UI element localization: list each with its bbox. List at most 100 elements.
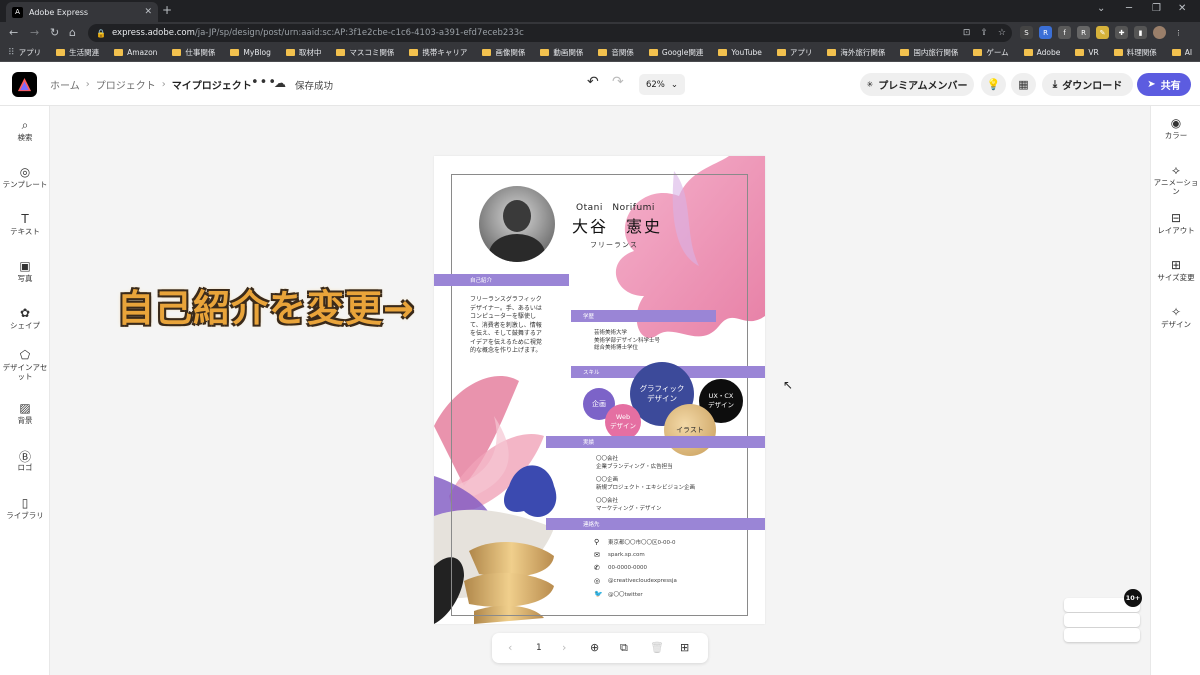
close-tab-icon[interactable]: ✕ bbox=[144, 7, 152, 17]
skill-web-design[interactable]: Web デザイン bbox=[605, 404, 641, 440]
section-bar-works[interactable]: 実績 bbox=[546, 436, 765, 448]
bookmark-star-icon[interactable]: ☆ bbox=[998, 28, 1006, 38]
notification-badge[interactable]: 10+ bbox=[1124, 589, 1142, 607]
prev-page-icon[interactable]: ‹ bbox=[508, 641, 512, 654]
bookmark-folder[interactable]: 仕事関係 bbox=[172, 47, 215, 58]
extension-f-icon[interactable]: f bbox=[1058, 26, 1071, 39]
job-title[interactable]: フリーランス bbox=[590, 240, 638, 250]
new-tab-icon[interactable]: + bbox=[162, 3, 172, 17]
contact-instagram[interactable]: ◎ @creativecloudexpressja bbox=[594, 577, 677, 585]
sidebar-item-design[interactable]: ✧ デザイン bbox=[1151, 305, 1200, 329]
contact-phone[interactable]: ✆ 00-0000-0000 bbox=[594, 564, 647, 572]
sidebar-item-shapes[interactable]: ✿ シェイプ bbox=[0, 306, 50, 330]
page-number[interactable]: 1 bbox=[536, 643, 542, 653]
folder-icon bbox=[285, 49, 295, 56]
works-text[interactable]: 〇〇会社 企業ブランディング・広告担当 〇〇企画 新規プロジェクト・エキシビジョ… bbox=[596, 456, 695, 513]
maximize-icon[interactable]: ❐ bbox=[1152, 3, 1161, 14]
share-button[interactable]: ➤ 共有 bbox=[1137, 73, 1191, 96]
sidebar-item-text[interactable]: T テキスト bbox=[0, 212, 50, 236]
sidebar-item-animation[interactable]: ⟡ アニメーション bbox=[1151, 163, 1200, 196]
section-bar-contact[interactable]: 連絡先 bbox=[546, 518, 765, 530]
bookmark-folder[interactable]: 携帯キャリア bbox=[409, 47, 467, 58]
sidebar-item-search[interactable]: ⌕ 検索 bbox=[0, 118, 50, 142]
bookmark-folder[interactable]: 動画関係 bbox=[540, 47, 583, 58]
bookmark-folder[interactable]: Adobe bbox=[1023, 48, 1060, 57]
grid-view-icon[interactable]: ⊞ bbox=[680, 641, 689, 654]
browser-menu-icon[interactable]: ⋮ bbox=[1172, 26, 1185, 39]
bookmark-folder[interactable]: マスコミ関係 bbox=[336, 47, 394, 58]
profile-avatar[interactable] bbox=[1153, 26, 1166, 39]
extension-r-icon[interactable]: R bbox=[1039, 26, 1052, 39]
minimize-icon[interactable]: ─ bbox=[1126, 3, 1132, 14]
name-japanese[interactable]: 大谷 憲史 bbox=[572, 213, 662, 237]
bookmark-folder[interactable]: 海外旅行関係 bbox=[827, 47, 885, 58]
contact-twitter[interactable]: 🐦 @〇〇twitter bbox=[594, 590, 643, 598]
contact-address[interactable]: ⚲ 東京都〇〇市〇〇区0-00-0 bbox=[594, 538, 675, 546]
bookmark-folder[interactable]: MyBlog bbox=[230, 48, 271, 57]
duplicate-page-icon[interactable]: ⧉ bbox=[620, 641, 628, 655]
breadcrumb-home[interactable]: ホーム bbox=[50, 77, 80, 92]
zoom-dropdown[interactable]: 62% ⌄ bbox=[639, 74, 685, 95]
sidepanel-icon[interactable]: ▮ bbox=[1134, 26, 1147, 39]
add-page-icon[interactable]: ⊕ bbox=[590, 641, 599, 654]
install-icon[interactable]: ⊡ bbox=[963, 28, 971, 38]
reload-icon[interactable]: ↻ bbox=[50, 26, 59, 39]
bookmark-folder[interactable]: AI bbox=[1171, 48, 1192, 57]
extension-yellow-icon[interactable]: ✎ bbox=[1096, 26, 1109, 39]
close-window-icon[interactable]: ✕ bbox=[1178, 3, 1186, 14]
sidebar-item-library[interactable]: ▯ ライブラリ bbox=[0, 496, 50, 520]
section-bar-intro[interactable]: 自己紹介 bbox=[434, 274, 569, 286]
adobe-express-logo[interactable] bbox=[12, 72, 37, 97]
bookmark-folder[interactable]: 国内旅行関係 bbox=[900, 47, 958, 58]
bookmark-folder[interactable]: 料理関係 bbox=[1113, 47, 1157, 58]
download-button[interactable]: ⤓ ダウンロード bbox=[1042, 73, 1133, 96]
browser-tab[interactable]: A Adobe Express ✕ bbox=[6, 2, 158, 22]
sidebar-item-photos[interactable]: ▣ 写真 bbox=[0, 259, 50, 283]
breadcrumb-projects[interactable]: プロジェクト bbox=[96, 77, 156, 92]
skill-illustration[interactable]: イラスト bbox=[664, 404, 716, 456]
lightbulb-button[interactable]: 💡 bbox=[981, 73, 1006, 96]
redo-icon[interactable]: ↷ bbox=[612, 74, 624, 90]
save-status: 保存成功 bbox=[295, 81, 334, 92]
sidebar-item-background[interactable]: ▨ 背景 bbox=[0, 401, 50, 425]
premium-member-button[interactable]: ✳ プレミアムメンバー bbox=[860, 73, 974, 96]
sidebar-item-layout[interactable]: ⊟ レイアウト bbox=[1151, 211, 1200, 235]
sidebar-item-color[interactable]: ◉ カラー bbox=[1151, 116, 1200, 140]
sidebar-item-design-assets[interactable]: ⬠ デザインアセット bbox=[0, 348, 50, 381]
bookmark-folder[interactable]: 取材中 bbox=[285, 47, 321, 58]
undo-icon[interactable]: ↶ bbox=[587, 74, 599, 90]
bookmark-folder[interactable]: ゲーム bbox=[973, 47, 1009, 58]
profile-photo[interactable] bbox=[479, 186, 555, 262]
bookmark-folder[interactable]: アプリ bbox=[776, 47, 812, 58]
extension-s-icon[interactable]: S bbox=[1020, 26, 1033, 39]
delete-page-icon[interactable]: 🗑 bbox=[650, 641, 664, 654]
sidebar-item-resize[interactable]: ⊞ サイズ変更 bbox=[1151, 258, 1200, 282]
share-page-icon[interactable]: ⇪ bbox=[980, 28, 988, 38]
home-icon[interactable]: ⌂ bbox=[69, 26, 76, 39]
bookmark-folder[interactable]: VR bbox=[1075, 48, 1099, 57]
bookmark-folder[interactable]: 音関係 bbox=[598, 47, 634, 58]
bookmark-folder[interactable]: 生活関連 bbox=[56, 47, 99, 58]
tab-search-icon[interactable]: ⌄ bbox=[1097, 3, 1105, 14]
extension-rx-icon[interactable]: R bbox=[1077, 26, 1090, 39]
section-bar-education[interactable]: 学歴 bbox=[571, 310, 716, 322]
bookmark-folder[interactable]: YouTube bbox=[718, 48, 762, 57]
calendar-button[interactable]: ▦ bbox=[1011, 73, 1036, 96]
breadcrumb-my-project[interactable]: マイプロジェクト bbox=[172, 77, 252, 92]
intro-text[interactable]: フリーランスグラフィック デザイナー。手、あるいは コンピューターを駆使し て、… bbox=[470, 296, 542, 356]
next-page-icon[interactable]: › bbox=[562, 641, 566, 654]
address-bar[interactable]: 🔒 express.adobe.com /ja-JP/sp/design/pos… bbox=[88, 24, 1012, 42]
bookmark-folder[interactable]: Amazon bbox=[114, 48, 157, 57]
name-romanized[interactable]: Otani Norifumi bbox=[576, 200, 655, 213]
resume-document[interactable]: Otani Norifumi 大谷 憲史 フリーランス 自己紹介 フリーランスグ… bbox=[434, 156, 765, 624]
bookmark-folder[interactable]: 画像関係 bbox=[482, 47, 525, 58]
forward-icon[interactable]: → bbox=[30, 26, 39, 39]
sidebar-item-logo[interactable]: Ⓑ ロゴ bbox=[0, 448, 50, 472]
contact-email[interactable]: ✉ spark.sp.com bbox=[594, 551, 645, 559]
back-icon[interactable]: ← bbox=[9, 26, 18, 39]
bookmark-folder[interactable]: Google関連 bbox=[648, 47, 703, 58]
sidebar-item-templates[interactable]: ◎ テンプレート bbox=[0, 165, 50, 189]
education-text[interactable]: 芸術美術大学 美術学部デザイン科学士号 総合美術博士学位 bbox=[594, 330, 660, 353]
extensions-puzzle-icon[interactable]: ✚ bbox=[1115, 26, 1128, 39]
bookmark-apps[interactable]: ⠿ アプリ bbox=[8, 47, 41, 58]
